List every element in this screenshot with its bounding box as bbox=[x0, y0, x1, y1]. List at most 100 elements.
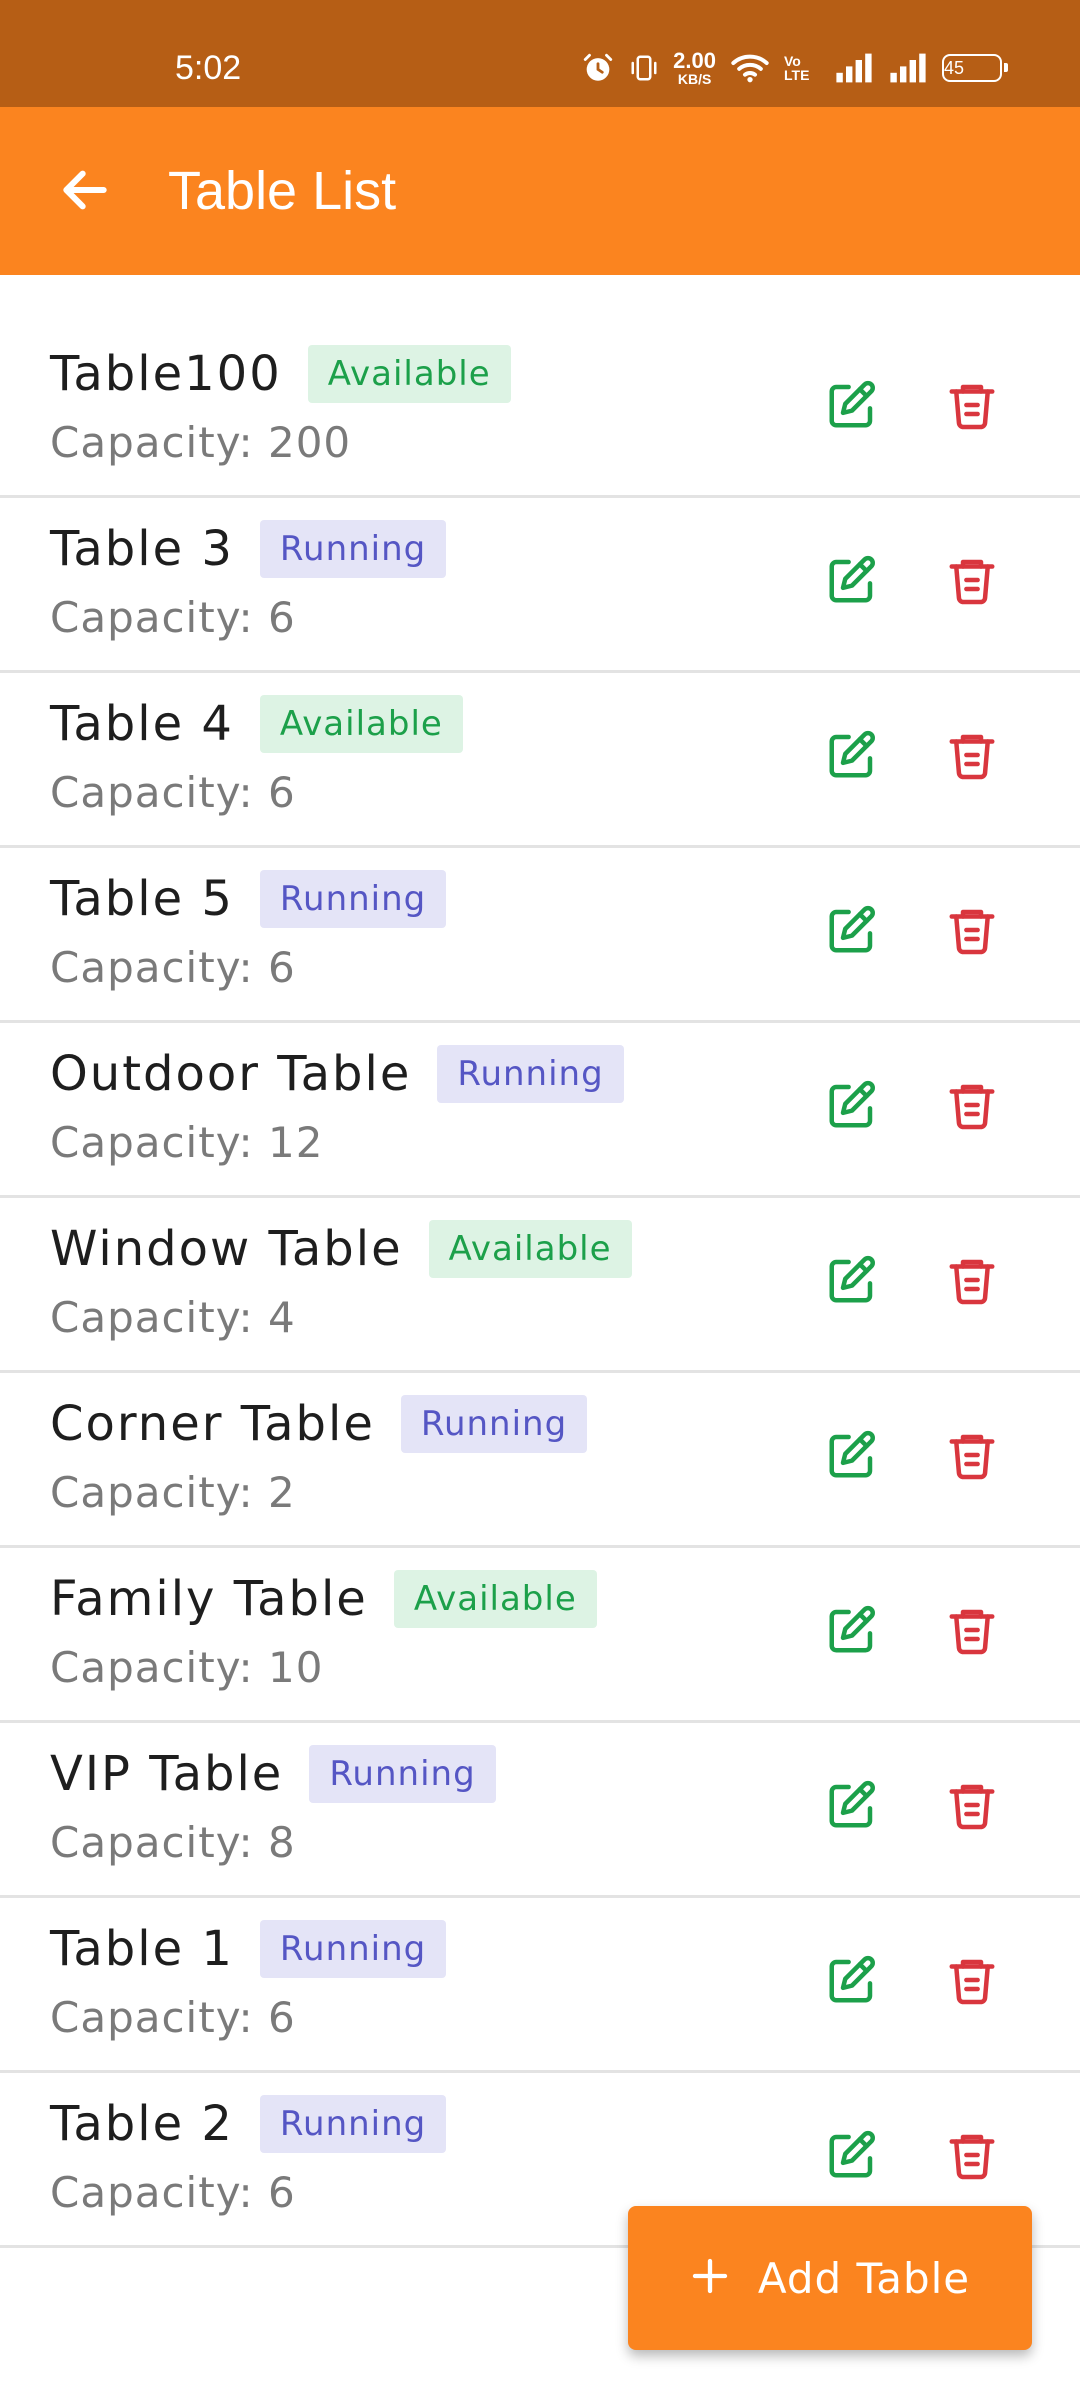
app-bar: Table List bbox=[0, 107, 1080, 275]
table-capacity: Capacity: 2 bbox=[50, 1468, 296, 1517]
status-badge: Running bbox=[259, 1920, 447, 1978]
edit-icon bbox=[825, 1603, 879, 1661]
table-row[interactable]: Table 5 Running Capacity: 6 bbox=[0, 848, 1080, 1023]
signal-icon-2 bbox=[888, 52, 928, 84]
table-name: Table 3 bbox=[50, 521, 234, 577]
delete-button[interactable] bbox=[942, 902, 1002, 962]
table-row[interactable]: Table 3 Running Capacity: 6 bbox=[0, 498, 1080, 673]
trash-icon bbox=[945, 903, 999, 961]
table-capacity: Capacity: 12 bbox=[50, 1118, 324, 1167]
table-capacity: Capacity: 6 bbox=[50, 2168, 296, 2217]
status-badge: Running bbox=[309, 1745, 496, 1803]
page-title: Table List bbox=[168, 161, 397, 221]
table-name: Table100 bbox=[50, 346, 282, 402]
delete-button[interactable] bbox=[942, 377, 1002, 437]
edit-button[interactable] bbox=[822, 552, 882, 612]
trash-icon bbox=[945, 1078, 999, 1136]
edit-button[interactable] bbox=[822, 2127, 882, 2187]
status-badge: Available bbox=[307, 345, 511, 403]
table-row[interactable]: Table100 Available Capacity: 200 bbox=[0, 323, 1080, 498]
status-badge: Running bbox=[259, 870, 447, 928]
add-table-button[interactable]: Add Table bbox=[628, 2206, 1032, 2350]
status-badge: Available bbox=[393, 1570, 597, 1628]
table-name: Table 5 bbox=[50, 871, 234, 927]
edit-button[interactable] bbox=[822, 727, 882, 787]
edit-icon bbox=[825, 1428, 879, 1486]
net-speed: 2.00 KB/S bbox=[673, 50, 716, 87]
edit-button[interactable] bbox=[822, 1777, 882, 1837]
table-capacity: Capacity: 10 bbox=[50, 1643, 324, 1692]
delete-button[interactable] bbox=[942, 1602, 1002, 1662]
trash-icon bbox=[945, 378, 999, 436]
trash-icon bbox=[945, 1253, 999, 1311]
delete-button[interactable] bbox=[942, 552, 1002, 612]
back-button[interactable] bbox=[50, 157, 120, 227]
volte-label: Vo LTE bbox=[784, 53, 810, 83]
edit-button[interactable] bbox=[822, 1602, 882, 1662]
arrow-left-icon bbox=[57, 162, 113, 222]
status-badge: Running bbox=[400, 1395, 588, 1453]
table-row[interactable]: Table 1 Running Capacity: 6 bbox=[0, 1898, 1080, 2073]
table-row[interactable]: Window Table Available Capacity: 4 bbox=[0, 1198, 1080, 1373]
table-name: Window Table bbox=[50, 1221, 403, 1277]
table-row-header: Corner Table Running bbox=[50, 1395, 588, 1453]
table-row-header: Table 3 Running bbox=[50, 520, 447, 578]
status-badge: Running bbox=[437, 1045, 624, 1103]
table-row-header: Table 2 Running bbox=[50, 2095, 447, 2153]
table-row-header: Table 4 Available bbox=[50, 695, 463, 753]
table-name: Corner Table bbox=[50, 1396, 375, 1452]
table-list: Table100 Available Capacity: 200 Table 3 Run… bbox=[0, 323, 1080, 2248]
table-row-header: Family Table Available bbox=[50, 1570, 597, 1628]
edit-icon bbox=[825, 1778, 879, 1836]
delete-button[interactable] bbox=[942, 1777, 1002, 1837]
status-badge: Available bbox=[428, 1220, 632, 1278]
table-row[interactable]: Corner Table Running Capacity: 2 bbox=[0, 1373, 1080, 1548]
edit-button[interactable] bbox=[822, 377, 882, 437]
status-bar: 5:02 2.00 KB/S Vo LTE 45 bbox=[0, 0, 1080, 107]
status-icons: 2.00 KB/S Vo LTE 45 bbox=[581, 44, 1008, 92]
table-capacity: Capacity: 4 bbox=[50, 1293, 296, 1342]
table-capacity: Capacity: 6 bbox=[50, 768, 296, 817]
edit-button[interactable] bbox=[822, 902, 882, 962]
delete-button[interactable] bbox=[942, 1952, 1002, 2012]
table-capacity: Capacity: 8 bbox=[50, 1818, 296, 1867]
edit-icon bbox=[825, 553, 879, 611]
trash-icon bbox=[945, 1953, 999, 2011]
delete-button[interactable] bbox=[942, 1077, 1002, 1137]
battery-indicator: 45 bbox=[942, 54, 1008, 82]
edit-icon bbox=[825, 728, 879, 786]
trash-icon bbox=[945, 1778, 999, 1836]
table-row[interactable]: Outdoor Table Running Capacity: 12 bbox=[0, 1023, 1080, 1198]
table-row[interactable]: Table 4 Available Capacity: 6 bbox=[0, 673, 1080, 848]
table-name: Table 1 bbox=[50, 1921, 234, 1977]
vibrate-icon bbox=[629, 51, 659, 85]
edit-button[interactable] bbox=[822, 1427, 882, 1487]
table-row[interactable]: VIP Table Running Capacity: 8 bbox=[0, 1723, 1080, 1898]
table-row-header: Table 5 Running bbox=[50, 870, 447, 928]
trash-icon bbox=[945, 1603, 999, 1661]
trash-icon bbox=[945, 553, 999, 611]
edit-button[interactable] bbox=[822, 1077, 882, 1137]
table-capacity: Capacity: 200 bbox=[50, 418, 352, 467]
add-table-label: Add Table bbox=[757, 2253, 971, 2303]
delete-button[interactable] bbox=[942, 1252, 1002, 1312]
trash-icon bbox=[945, 2128, 999, 2186]
table-capacity: Capacity: 6 bbox=[50, 943, 296, 992]
table-row-header: Outdoor Table Running bbox=[50, 1045, 624, 1103]
plus-icon bbox=[690, 2256, 730, 2300]
signal-icon-1 bbox=[834, 52, 874, 84]
status-badge: Running bbox=[259, 520, 447, 578]
delete-button[interactable] bbox=[942, 1427, 1002, 1487]
table-row-header: Table100 Available bbox=[50, 345, 511, 403]
delete-button[interactable] bbox=[942, 727, 1002, 787]
table-name: VIP Table bbox=[50, 1746, 284, 1802]
trash-icon bbox=[945, 728, 999, 786]
alarm-icon bbox=[581, 51, 615, 85]
delete-button[interactable] bbox=[942, 2127, 1002, 2187]
table-name: Family Table bbox=[50, 1571, 368, 1627]
table-name: Table 4 bbox=[50, 696, 234, 752]
table-capacity: Capacity: 6 bbox=[50, 1993, 296, 2042]
edit-button[interactable] bbox=[822, 1252, 882, 1312]
table-row[interactable]: Family Table Available Capacity: 10 bbox=[0, 1548, 1080, 1723]
edit-button[interactable] bbox=[822, 1952, 882, 2012]
